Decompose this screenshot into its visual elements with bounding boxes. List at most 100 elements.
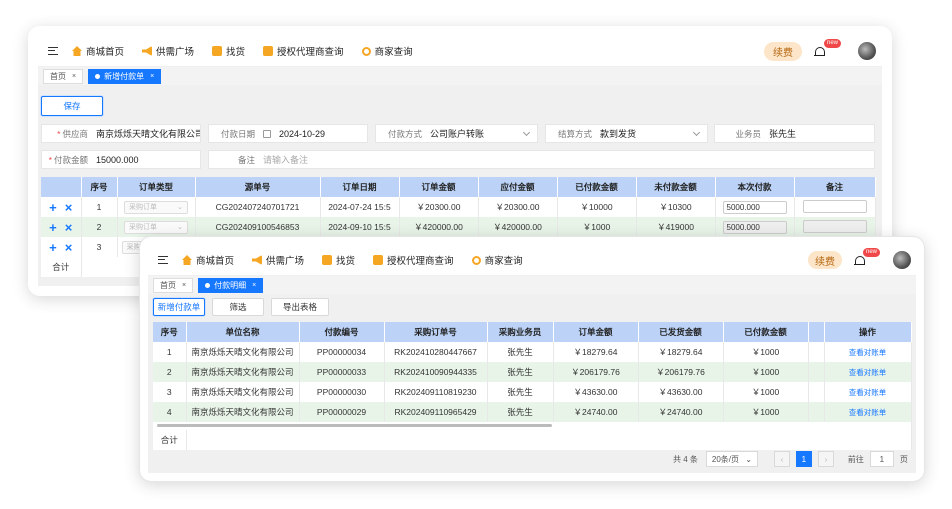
nav-merchant-query[interactable]: 商家查询 — [361, 44, 413, 58]
avatar[interactable] — [893, 251, 911, 269]
goto-page-input[interactable]: 1 — [869, 451, 894, 467]
megaphone-icon — [252, 255, 263, 265]
page-1-button[interactable]: 1 — [795, 451, 812, 467]
nav-supply-square[interactable]: 供需广场 — [142, 44, 194, 58]
payment-method-select[interactable]: 付款方式 公司账户转账 — [375, 124, 538, 143]
bell-icon[interactable] — [814, 46, 825, 57]
nav-label: 供需广场 — [156, 47, 195, 58]
col-header: 序号 — [153, 322, 187, 342]
bell-icon[interactable] — [854, 255, 865, 266]
chevron-down-icon: ⌄ — [177, 204, 183, 211]
table-header: 序号 订单类型 源单号 订单日期 订单金额 应付金额 已付款金额 未付款金额 本… — [41, 177, 876, 197]
payment-date-label: 付款日期 — [220, 128, 255, 139]
remark-input[interactable] — [802, 199, 867, 213]
save-button[interactable]: 保存 — [41, 96, 103, 116]
cell-source-no: CG202407240701721 — [195, 197, 321, 217]
tab-bar: 首页 × 付款明细 × — [148, 276, 916, 294]
add-row-icon[interactable]: + — [49, 220, 57, 235]
horizontal-scrollbar[interactable] — [157, 424, 552, 427]
tab-home[interactable]: 首页 × — [43, 68, 84, 84]
cell-staff: 张先生 — [487, 382, 554, 402]
cell-source-no: CG202409100546853 — [195, 217, 321, 237]
tab-label: 新增付款单 — [104, 71, 145, 81]
find-goods-icon — [212, 46, 223, 56]
cell-po: RK202409110819230 — [384, 382, 488, 402]
this-payment-input[interactable]: 5000.000 — [722, 200, 787, 214]
nav-mall-home[interactable]: 商城首页 — [182, 253, 234, 267]
tab-home[interactable]: 首页 × — [153, 277, 194, 293]
page-size-select[interactable]: 20条/页 ⌄ — [705, 451, 758, 467]
nav-find-goods[interactable]: 找货 — [322, 253, 355, 267]
document-icon — [373, 255, 384, 265]
close-icon[interactable]: × — [150, 73, 154, 80]
home-icon — [72, 46, 82, 56]
megaphone-icon — [142, 46, 153, 56]
supplier-field[interactable]: * 供应商 南京烁烁天晴文化有限公司 — [41, 124, 201, 143]
nav-agent-query[interactable]: 授权代理商查询 — [263, 44, 344, 58]
cell-order-date: 2024-07-24 15:5 — [320, 197, 400, 217]
cell-empty — [808, 382, 825, 402]
delete-row-icon[interactable]: × — [65, 220, 73, 235]
cell-paid: ￥10000 — [557, 197, 637, 217]
settlement-select[interactable]: 结算方式 款到发货 — [545, 124, 708, 143]
remark-label: 备注 — [237, 154, 255, 165]
total-label: 合计 — [153, 430, 187, 450]
export-button[interactable]: 导出表格 — [271, 298, 329, 316]
delete-row-icon[interactable]: × — [65, 240, 73, 255]
view-statement-link[interactable]: 查看对账单 — [849, 408, 887, 417]
filter-button[interactable]: 筛选 — [212, 298, 264, 316]
top-nav-bar: 商城首页 供需广场 找货 授权代理商查询 商家查询 续费 new — [38, 36, 882, 66]
order-type-select[interactable]: 采购订单 ⌄ — [124, 220, 188, 234]
close-icon[interactable]: × — [72, 73, 76, 80]
close-icon[interactable]: × — [252, 282, 256, 289]
menu-icon[interactable] — [48, 47, 58, 55]
col-header: 订单类型 — [117, 177, 196, 197]
nav-supply-square[interactable]: 供需广场 — [252, 253, 304, 267]
nav-agent-query[interactable]: 授权代理商查询 — [373, 253, 454, 267]
cell-empty — [808, 402, 825, 422]
payment-date-field[interactable]: 付款日期 2024-10-29 — [208, 124, 368, 143]
cell-no: 2 — [153, 362, 187, 382]
document-icon — [263, 46, 274, 56]
find-goods-icon — [322, 255, 333, 265]
supplier-label: * 供应商 — [57, 128, 88, 139]
remark-input[interactable] — [802, 219, 867, 233]
this-payment-input[interactable]: 5000.000 — [722, 220, 787, 234]
tab-label: 付款明细 — [214, 280, 247, 290]
cell-staff: 张先生 — [487, 362, 554, 382]
cell-staff: 张先生 — [487, 342, 554, 362]
new-badge: new — [824, 39, 842, 48]
order-type-select[interactable]: 采购订单 ⌄ — [124, 200, 188, 214]
nav-mall-home[interactable]: 商城首页 — [72, 44, 124, 58]
view-statement-link[interactable]: 查看对账单 — [849, 348, 887, 357]
close-icon[interactable]: × — [182, 282, 186, 289]
remark-placeholder: 请输入备注 — [263, 155, 309, 165]
delete-row-icon[interactable]: × — [65, 200, 73, 215]
tab-label: 首页 — [160, 280, 176, 290]
cell-order-amount: ￥20300.00 — [399, 197, 479, 217]
search-icon — [471, 255, 481, 265]
tab-payment-detail[interactable]: 付款明细 × — [198, 277, 264, 293]
add-payment-button[interactable]: 新增付款单 — [153, 298, 205, 316]
cell-no: 4 — [153, 402, 187, 422]
view-statement-link[interactable]: 查看对账单 — [849, 388, 887, 397]
menu-icon[interactable] — [158, 256, 168, 264]
cell-pay-no: PP00000030 — [299, 382, 385, 402]
view-statement-link[interactable]: 查看对账单 — [849, 368, 887, 377]
add-row-icon[interactable]: + — [49, 200, 57, 215]
renew-button[interactable]: 续费 — [764, 42, 802, 61]
add-row-icon[interactable]: + — [49, 240, 57, 255]
remark-field[interactable]: 备注 请输入备注 — [208, 150, 875, 169]
salesperson-field[interactable]: 业务员 张先生 — [714, 124, 875, 143]
next-page-button[interactable]: › — [817, 451, 834, 467]
cell-paid: ￥1000 — [723, 362, 809, 382]
nav-merchant-query[interactable]: 商家查询 — [471, 253, 523, 267]
nav-find-goods[interactable]: 找货 — [212, 44, 245, 58]
payment-date-value: 2024-10-29 — [279, 128, 326, 139]
prev-page-button[interactable]: ‹ — [773, 451, 790, 467]
avatar[interactable] — [858, 42, 876, 60]
renew-button[interactable]: 续费 — [808, 251, 842, 269]
tab-new-payment[interactable]: 新增付款单 × — [88, 68, 162, 84]
payment-amount-field[interactable]: * 付款金额 15000.000 — [41, 150, 201, 169]
cell-pay-no: PP00000034 — [299, 342, 385, 362]
